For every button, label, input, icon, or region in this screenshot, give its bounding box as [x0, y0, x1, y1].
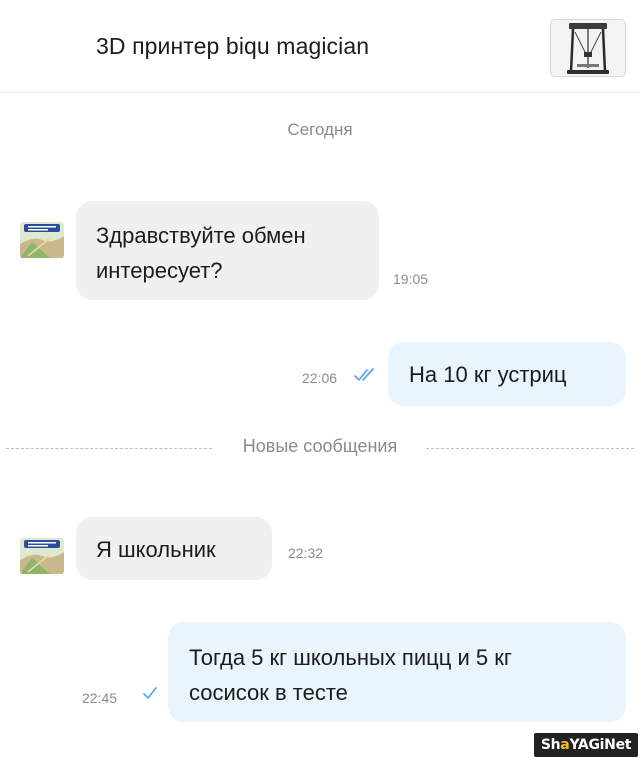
message-time: 22:32 [288, 545, 324, 561]
avatar-image [20, 222, 64, 258]
message-text-line: На 10 кг устриц [409, 362, 567, 387]
message-bubble-incoming[interactable]: Здравствуйте обмен интересует? [76, 201, 379, 300]
printer-icon [551, 20, 625, 76]
message-bubble-outgoing[interactable]: На 10 кг устриц [388, 342, 626, 406]
sender-avatar[interactable] [20, 222, 64, 258]
message-bubble-outgoing[interactable]: Тогда 5 кг школьных пицц и 5 кг сосисок … [168, 622, 626, 722]
watermark-part: Sh [540, 737, 561, 753]
message-time: 19:05 [393, 271, 429, 287]
chat-header: 3D принтер biqu magician [0, 0, 640, 93]
check-icon [143, 687, 157, 699]
date-separator: Сегодня [287, 120, 353, 139]
message-text-line: интересует? [96, 258, 223, 283]
message-text-line: Тогда 5 кг школьных пицц и 5 кг [189, 645, 512, 670]
watermark-part: YAGiNet [569, 737, 632, 753]
new-messages-separator: Новые сообщения [0, 436, 640, 460]
chat-title[interactable]: 3D принтер biqu magician [96, 33, 369, 60]
message-time: 22:06 [302, 370, 338, 386]
sender-avatar[interactable] [20, 538, 64, 574]
message-time: 22:45 [82, 690, 118, 706]
double-check-icon [354, 368, 374, 381]
message-bubble-incoming[interactable]: Я школьник [76, 517, 272, 580]
divider [426, 448, 634, 449]
message-text-line: сосисок в тесте [189, 680, 348, 705]
message-text-line: Здравствуйте обмен [96, 223, 306, 248]
product-thumbnail[interactable] [550, 19, 626, 77]
watermark-logo: ShaYAGiNet [534, 733, 638, 757]
new-messages-label: Новые сообщения [242, 436, 398, 456]
avatar-image [20, 538, 64, 574]
message-text-line: Я школьник [96, 537, 216, 562]
